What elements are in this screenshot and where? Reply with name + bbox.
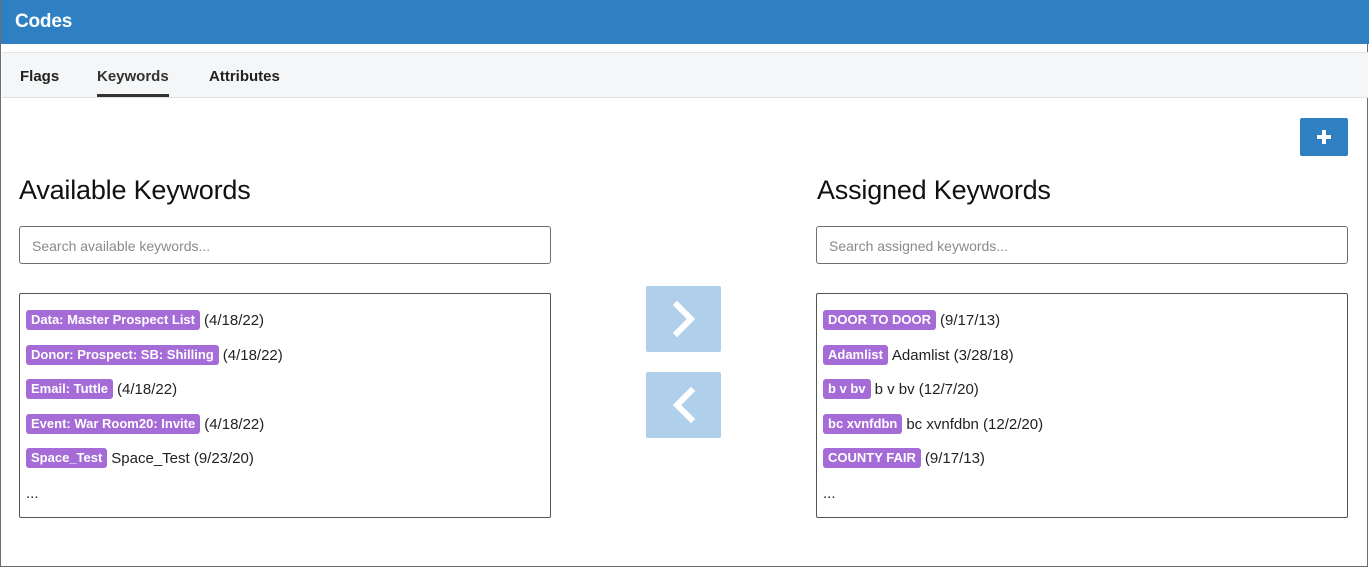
tab-flags[interactable]: Flags (20, 68, 59, 85)
keyword-text: Adamlist (3/28/18) (891, 346, 1014, 364)
keyword-badge: bc xvnfdbn (823, 414, 903, 434)
keyword-badge: Email: Tuttle (26, 379, 114, 399)
panel-title: Codes (15, 11, 73, 32)
keyword-badge: Data: Master Prospect List (26, 310, 200, 330)
keyword-badge: Event: War Room20: Invite (26, 414, 201, 434)
keyword-text: b v bv (12/7/20) (874, 380, 979, 398)
keyword-badge: DOOR TO DOOR (823, 310, 937, 330)
available-search-box (19, 226, 551, 264)
keyword-text: (9/17/13) (940, 311, 1001, 329)
assigned-keywords-heading: Assigned Keywords (817, 175, 1051, 205)
more-items-indicator: ... (26, 485, 39, 502)
tab-attributes[interactable]: Attributes (209, 68, 280, 85)
available-keywords-heading: Available Keywords (19, 175, 251, 205)
chevron-right-icon (672, 301, 696, 337)
plus-icon (1317, 130, 1331, 144)
list-item[interactable]: Donor: Prospect: SB: Shilling (4/18/22) (26, 344, 283, 366)
keyword-badge: Space_Test (26, 448, 108, 468)
keyword-badge: Adamlist (823, 345, 888, 365)
assigned-keywords-list[interactable]: DOOR TO DOOR (9/17/13) Adamlist Adamlist… (816, 293, 1348, 518)
assigned-search-input[interactable] (829, 236, 1334, 256)
list-item[interactable]: COUNTY FAIR (9/17/13) (823, 447, 985, 469)
list-item[interactable]: Data: Master Prospect List (4/18/22) (26, 309, 264, 331)
keyword-text: (4/18/22) (204, 311, 265, 329)
assigned-search-box (816, 226, 1348, 264)
assign-button[interactable] (646, 286, 721, 352)
keyword-text: Space_Test (9/23/20) (111, 449, 254, 467)
list-item[interactable]: DOOR TO DOOR (9/17/13) (823, 309, 1000, 331)
available-search-input[interactable] (32, 236, 537, 256)
keyword-text: (4/18/22) (204, 415, 265, 433)
active-tab-indicator (97, 94, 169, 97)
list-item[interactable]: Event: War Room20: Invite (4/18/22) (26, 413, 264, 435)
keyword-badge: b v bv (823, 379, 871, 399)
list-item[interactable]: bc xvnfdbn bc xvnfdbn (12/2/20) (823, 413, 1043, 435)
list-item[interactable]: Space_Test Space_Test (9/23/20) (26, 447, 254, 469)
panel-header: Codes (1, 0, 1369, 44)
codes-panel: Codes Flags Keywords Attributes Availabl… (0, 0, 1369, 567)
keyword-text: (9/17/13) (924, 449, 985, 467)
available-keywords-list[interactable]: Data: Master Prospect List (4/18/22) Don… (19, 293, 551, 518)
tab-bar: Flags Keywords Attributes (2, 52, 1368, 98)
list-item[interactable]: Adamlist Adamlist (3/28/18) (823, 344, 1014, 366)
keyword-text: bc xvnfdbn (12/2/20) (906, 415, 1044, 433)
add-keyword-button[interactable] (1300, 118, 1348, 156)
unassign-button[interactable] (646, 372, 721, 438)
list-item[interactable]: Email: Tuttle (4/18/22) (26, 378, 177, 400)
more-items-indicator: ... (823, 485, 836, 502)
keyword-text: (4/18/22) (222, 346, 283, 364)
list-item[interactable]: b v bv b v bv (12/7/20) (823, 378, 979, 400)
chevron-left-icon (672, 387, 696, 423)
tab-keywords[interactable]: Keywords (97, 68, 169, 85)
keyword-badge: COUNTY FAIR (823, 448, 921, 468)
keyword-badge: Donor: Prospect: SB: Shilling (26, 345, 219, 365)
keyword-text: (4/18/22) (117, 380, 178, 398)
